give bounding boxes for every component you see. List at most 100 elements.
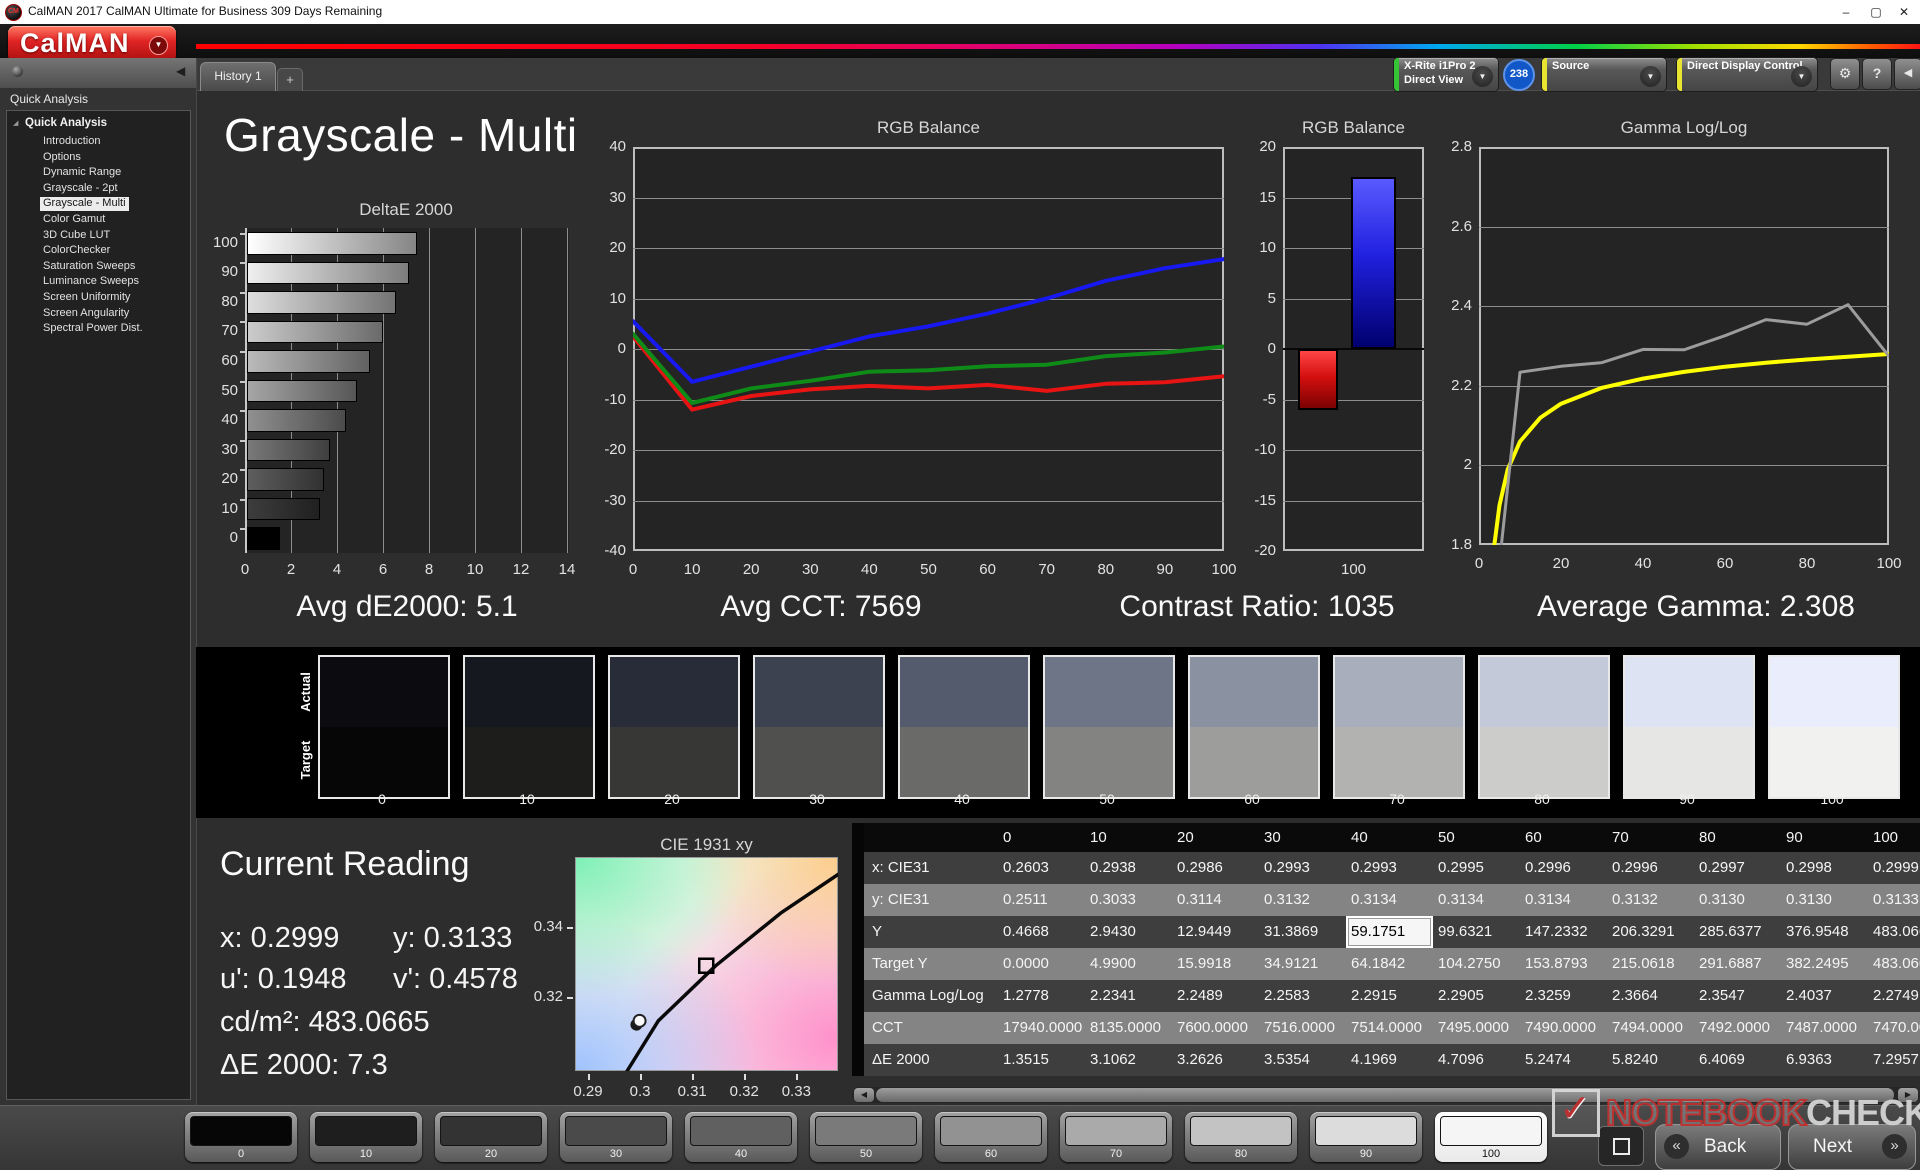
pattern-button-30[interactable]: 30 [560,1112,672,1162]
cell-CCT-100[interactable]: 7470.0000 [1868,1012,1920,1044]
pattern-button-0[interactable]: 0 [185,1112,297,1162]
cell-xCIE31-40[interactable]: 0.2993 [1346,852,1433,884]
meter-dropdown[interactable]: X-Rite i1Pro 2 Direct View ▼ [1393,57,1499,92]
cell-GammaLogLog-20[interactable]: 2.2489 [1172,980,1259,1012]
cell-E2000-50[interactable]: 4.7096 [1433,1044,1520,1076]
cell-Y-0[interactable]: 0.4668 [998,916,1085,948]
help-icon[interactable]: ? [1862,58,1892,90]
display-control-dropdown[interactable]: Direct Display Control ▼ [1676,57,1818,92]
sidebar-item-screen-angularity[interactable]: Screen Angularity [43,307,129,321]
cell-E2000-70[interactable]: 5.8240 [1607,1044,1694,1076]
cell-xCIE31-20[interactable]: 0.2986 [1172,852,1259,884]
cell-yCIE31-20[interactable]: 0.3114 [1172,884,1259,916]
cell-GammaLogLog-40[interactable]: 2.2915 [1346,980,1433,1012]
pattern-button-70[interactable]: 70 [1060,1112,1172,1162]
cell-yCIE31-10[interactable]: 0.3033 [1085,884,1172,916]
tab-history-1[interactable]: History 1 [200,62,276,91]
cell-GammaLogLog-100[interactable]: 2.2749 [1868,980,1920,1012]
scroll-left-icon[interactable]: ◀ [854,1088,874,1102]
sidebar-item-luminance-sweeps[interactable]: Luminance Sweeps [43,275,139,289]
cell-CCT-40[interactable]: 7514.0000 [1346,1012,1433,1044]
cell-E2000-0[interactable]: 1.3515 [998,1044,1085,1076]
cell-Y-20[interactable]: 12.9449 [1172,916,1259,948]
pattern-button-100[interactable]: 100 [1435,1112,1547,1162]
cell-E2000-90[interactable]: 6.9363 [1781,1044,1868,1076]
cell-yCIE31-80[interactable]: 0.3130 [1694,884,1781,916]
pattern-button-60[interactable]: 60 [935,1112,1047,1162]
sidebar-item-screen-uniformity[interactable]: Screen Uniformity [43,291,130,305]
cell-CCT-60[interactable]: 7490.0000 [1520,1012,1607,1044]
chevron-down-icon[interactable]: ▼ [1472,66,1493,87]
sidebar-item-spectral-power-dist-[interactable]: Spectral Power Dist. [43,322,143,336]
maximize-icon[interactable]: ▢ [1862,2,1890,22]
cell-yCIE31-40[interactable]: 0.3134 [1346,884,1433,916]
pattern-button-40[interactable]: 40 [685,1112,797,1162]
cell-TargetY-80[interactable]: 291.6887 [1694,948,1781,980]
cell-Y-70[interactable]: 206.3291 [1607,916,1694,948]
meter-count-badge[interactable]: 238 [1503,59,1535,91]
sidebar-item-dynamic-range[interactable]: Dynamic Range [43,166,121,180]
cell-CCT-80[interactable]: 7492.0000 [1694,1012,1781,1044]
cell-GammaLogLog-70[interactable]: 2.3664 [1607,980,1694,1012]
cell-Y-30[interactable]: 31.3869 [1259,916,1346,948]
cell-yCIE31-50[interactable]: 0.3134 [1433,884,1520,916]
cell-GammaLogLog-50[interactable]: 2.2905 [1433,980,1520,1012]
cell-E2000-80[interactable]: 6.4069 [1694,1044,1781,1076]
cell-TargetY-10[interactable]: 4.9900 [1085,948,1172,980]
cell-Y-10[interactable]: 2.9430 [1085,916,1172,948]
cell-xCIE31-90[interactable]: 0.2998 [1781,852,1868,884]
cell-CCT-0[interactable]: 17940.0000 [998,1012,1085,1044]
minimize-icon[interactable]: – [1832,2,1860,22]
sidebar-collapse-icon[interactable]: ◀ [176,64,185,78]
cell-yCIE31-90[interactable]: 0.3130 [1781,884,1868,916]
cell-yCIE31-70[interactable]: 0.3132 [1607,884,1694,916]
cell-GammaLogLog-0[interactable]: 1.2778 [998,980,1085,1012]
pattern-button-50[interactable]: 50 [810,1112,922,1162]
cell-yCIE31-60[interactable]: 0.3134 [1520,884,1607,916]
cell-GammaLogLog-90[interactable]: 2.4037 [1781,980,1868,1012]
sidebar-item-saturation-sweeps[interactable]: Saturation Sweeps [43,260,135,274]
cell-E2000-10[interactable]: 3.1062 [1085,1044,1172,1076]
cell-Y-90[interactable]: 376.9548 [1781,916,1868,948]
cell-E2000-40[interactable]: 4.1969 [1346,1044,1433,1076]
cell-TargetY-60[interactable]: 153.8793 [1520,948,1607,980]
pattern-button-90[interactable]: 90 [1310,1112,1422,1162]
cell-Y-80[interactable]: 285.6377 [1694,916,1781,948]
cell-GammaLogLog-10[interactable]: 2.2341 [1085,980,1172,1012]
tree-expander-icon[interactable]: ◢ [13,119,18,127]
cell-yCIE31-0[interactable]: 0.2511 [998,884,1085,916]
cell-CCT-50[interactable]: 7495.0000 [1433,1012,1520,1044]
collapse-panel-icon[interactable]: ◀ [1894,58,1920,90]
cell-yCIE31-100[interactable]: 0.3133 [1868,884,1920,916]
close-icon[interactable]: ✕ [1890,2,1918,22]
cell-TargetY-50[interactable]: 104.2750 [1433,948,1520,980]
pattern-button-80[interactable]: 80 [1185,1112,1297,1162]
cell-GammaLogLog-30[interactable]: 2.2583 [1259,980,1346,1012]
sidebar-item-introduction[interactable]: Introduction [43,135,100,149]
sidebar-item-3d-cube-lut[interactable]: 3D Cube LUT [43,229,110,243]
cell-xCIE31-10[interactable]: 0.2938 [1085,852,1172,884]
cell-TargetY-30[interactable]: 34.9121 [1259,948,1346,980]
cell-xCIE31-30[interactable]: 0.2993 [1259,852,1346,884]
pattern-button-10[interactable]: 10 [310,1112,422,1162]
sidebar-item-color-gamut[interactable]: Color Gamut [43,213,105,227]
cell-TargetY-20[interactable]: 15.9918 [1172,948,1259,980]
sidebar-item-colorchecker[interactable]: ColorChecker [43,244,110,258]
cell-E2000-30[interactable]: 3.5354 [1259,1044,1346,1076]
sidebar-item-options[interactable]: Options [43,151,81,165]
cell-GammaLogLog-80[interactable]: 2.3547 [1694,980,1781,1012]
source-dropdown[interactable]: Source ▼ [1541,57,1667,92]
cell-xCIE31-60[interactable]: 0.2996 [1520,852,1607,884]
cell-xCIE31-50[interactable]: 0.2995 [1433,852,1520,884]
calman-menu-button[interactable]: CalMAN ▼ [8,26,176,62]
cell-CCT-70[interactable]: 7494.0000 [1607,1012,1694,1044]
cell-TargetY-70[interactable]: 215.0618 [1607,948,1694,980]
cell-TargetY-90[interactable]: 382.2495 [1781,948,1868,980]
cell-CCT-10[interactable]: 8135.0000 [1085,1012,1172,1044]
cell-xCIE31-0[interactable]: 0.2603 [998,852,1085,884]
sidebar-item-grayscale-2pt[interactable]: Grayscale - 2pt [43,182,118,196]
cell-xCIE31-80[interactable]: 0.2997 [1694,852,1781,884]
cell-CCT-90[interactable]: 7487.0000 [1781,1012,1868,1044]
sidebar-item-grayscale-multi[interactable]: Grayscale - Multi [40,197,129,212]
cell-yCIE31-30[interactable]: 0.3132 [1259,884,1346,916]
